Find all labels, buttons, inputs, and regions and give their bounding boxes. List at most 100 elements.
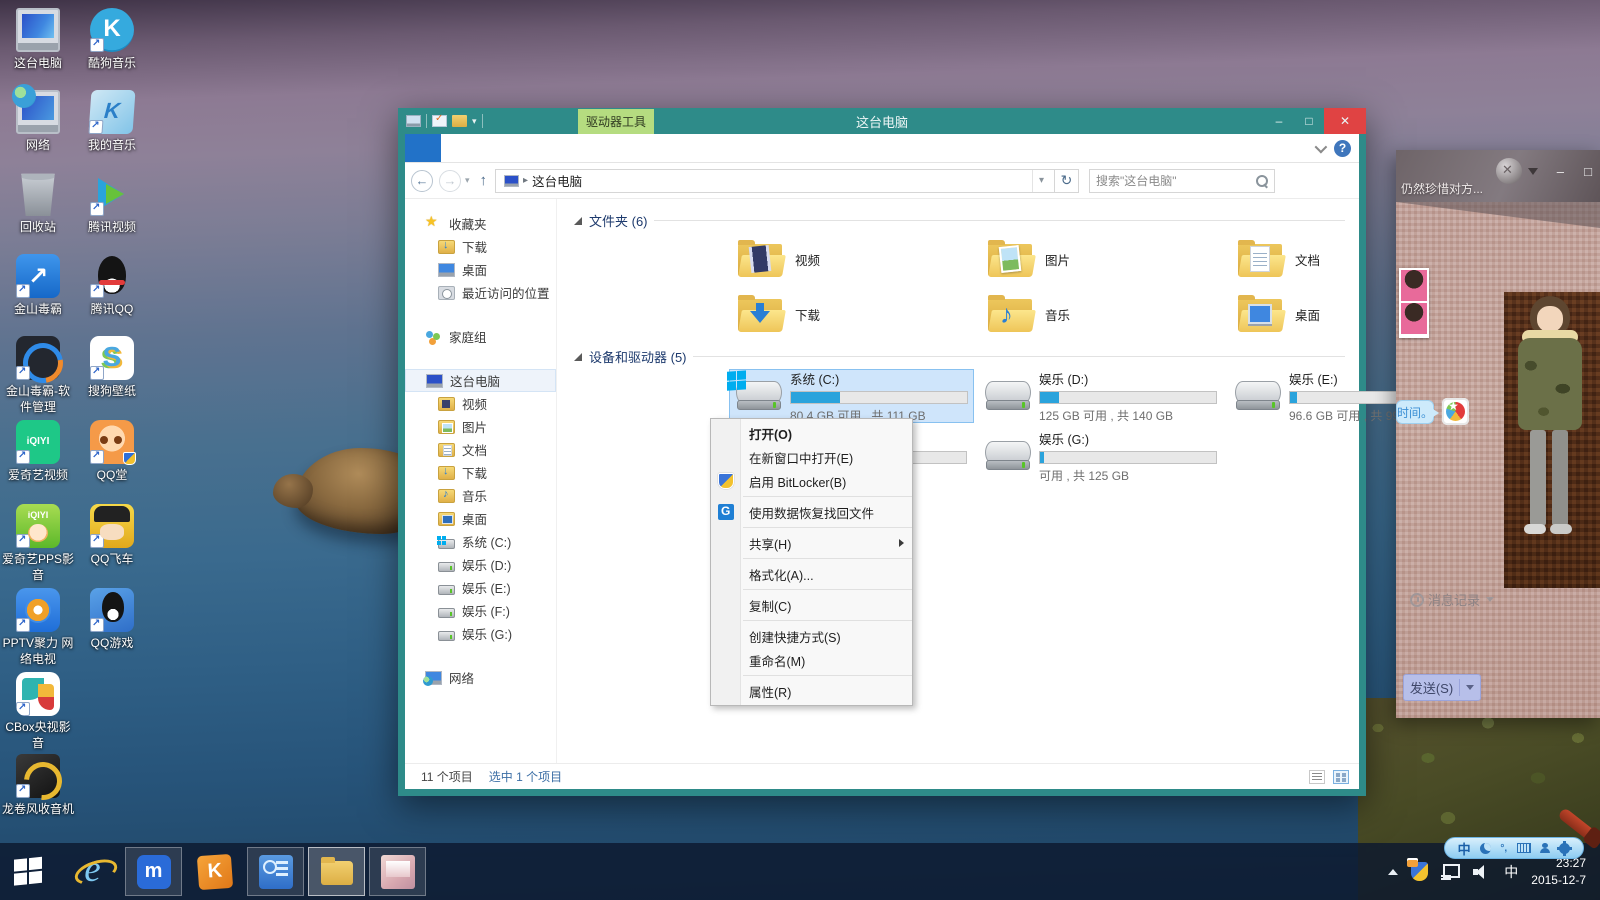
properties-icon[interactable] — [432, 115, 447, 127]
chat-maximize-button[interactable]: □ — [1584, 164, 1592, 179]
sidebar-item-network[interactable]: 网络 — [405, 666, 556, 689]
sidebar-item[interactable]: 下载 — [405, 235, 556, 258]
taskbar-control-panel-button[interactable] — [247, 847, 304, 896]
back-button[interactable]: ← — [411, 170, 433, 192]
desktop-icon[interactable]: 金山毒霸 — [2, 254, 74, 318]
sidebar-item[interactable]: 娱乐 (E:) — [405, 576, 556, 599]
sidebar-item[interactable]: 桌面 — [405, 507, 556, 530]
desktop-icon[interactable]: QQ游戏 — [76, 588, 148, 652]
address-dropdown-chevron-icon[interactable]: ▾ — [1032, 170, 1050, 192]
address-bar[interactable]: ▸ 这台电脑 ▾ — [495, 169, 1055, 193]
tab-drive-tools[interactable]: 驱动器工具 — [578, 109, 654, 134]
desktop-icon[interactable]: 酷狗音乐 — [76, 8, 148, 72]
context-menu-item[interactable]: 打开(O) — [711, 421, 912, 445]
search-input[interactable] — [1096, 174, 1255, 188]
maximize-button[interactable]: □ — [1294, 108, 1324, 134]
up-button[interactable]: ↑ — [480, 172, 488, 189]
context-menu-item[interactable]: 重命名(M) — [711, 648, 912, 672]
taskbar-photo-button[interactable] — [369, 847, 426, 896]
context-menu-item[interactable]: 在新窗口中打开(E) — [711, 445, 912, 469]
desktop-icon[interactable]: 金山毒霸-软件管理 — [2, 336, 74, 415]
desktop-icon[interactable]: 回收站 — [2, 172, 74, 236]
folder-tile[interactable]: 下载 — [733, 288, 971, 340]
message-history-button[interactable]: 消息记录 — [1410, 590, 1494, 609]
thumbnails-view-icon[interactable] — [1333, 770, 1349, 784]
desktop-icon[interactable]: 腾讯视频 — [76, 172, 148, 236]
desktop-icon[interactable]: 网络 — [2, 90, 74, 154]
context-menu-item[interactable]: 格式化(A)... — [711, 562, 912, 586]
close-button[interactable]: ✕ — [1324, 108, 1366, 134]
sidebar-item[interactable]: 文档 — [405, 438, 556, 461]
breadcrumb[interactable]: 这台电脑 — [532, 171, 582, 190]
sidebar-item[interactable]: 下载 — [405, 461, 556, 484]
taskbar-explorer-button[interactable] — [308, 847, 365, 896]
group-header-folders[interactable]: 文件夹 (6) — [573, 211, 1345, 230]
sidebar-item[interactable]: 音乐 — [405, 484, 556, 507]
ime-keyboard-icon[interactable] — [1517, 843, 1531, 853]
folder-tile[interactable]: 视频 — [733, 233, 971, 285]
history-chevron-icon[interactable]: ▾ — [465, 175, 470, 186]
collapse-ribbon-chevron-icon[interactable] — [1315, 141, 1328, 154]
desktop-icon[interactable]: 这台电脑 — [2, 8, 74, 72]
start-button[interactable] — [14, 859, 44, 885]
send-button[interactable]: 发送(S) — [1403, 674, 1481, 701]
context-menu-item[interactable]: 共享(H) — [711, 531, 912, 555]
sidebar-item-this-pc[interactable]: 这台电脑 — [405, 369, 556, 392]
taskbar-kugou-button[interactable]: K — [186, 847, 243, 896]
customize-toolbar-chevron-icon[interactable]: ▾ — [472, 116, 477, 127]
minimize-button[interactable]: – — [1264, 108, 1294, 134]
ime-punctuation-icon[interactable]: °, — [1500, 843, 1507, 854]
group-header-drives[interactable]: 设备和驱动器 (5) — [573, 347, 1345, 366]
sidebar-item[interactable]: 娱乐 (G:) — [405, 622, 556, 645]
sidebar-item[interactable]: 娱乐 (F:) — [405, 599, 556, 622]
desktop-icon[interactable]: 爱奇艺PPS影音 — [2, 504, 74, 583]
desktop-icon[interactable]: QQ堂 — [76, 420, 148, 484]
ribbon-tab[interactable] — [473, 134, 505, 162]
details-view-icon[interactable] — [1309, 770, 1325, 784]
clock[interactable]: 23:27 2015-12-7 — [1531, 855, 1586, 887]
contact-photo-thumbnails[interactable] — [1399, 268, 1429, 338]
chat-skin-chevron-icon[interactable] — [1528, 168, 1538, 175]
refresh-button[interactable]: ↻ — [1055, 169, 1079, 193]
desktop-icon[interactable]: 腾讯QQ — [76, 254, 148, 318]
folder-tile[interactable]: 音乐 — [983, 288, 1221, 340]
desktop-icon[interactable]: 搜狗壁纸 — [76, 336, 148, 400]
title-bar[interactable]: ▾ 驱动器工具 这台电脑 – □ ✕ — [398, 108, 1366, 134]
ime-mode-button[interactable]: 中 — [1458, 839, 1471, 858]
sidebar-item[interactable]: 娱乐 (D:) — [405, 553, 556, 576]
ime-fullwidth-icon[interactable] — [1480, 843, 1491, 854]
search-icon[interactable] — [1255, 174, 1268, 187]
hidden-icons-chevron-icon[interactable] — [1388, 869, 1398, 875]
sidebar-item[interactable]: 最近访问的位置 — [405, 281, 556, 304]
desktop-icon[interactable]: 我的音乐 — [76, 90, 148, 154]
search-box[interactable] — [1089, 169, 1275, 193]
desktop-icon[interactable]: PPTV聚力 网络电视 — [2, 588, 74, 667]
ribbon-tab[interactable] — [405, 134, 441, 162]
sidebar-item-favorites[interactable]: 收藏夹 — [405, 212, 556, 235]
folder-tile[interactable]: 图片 — [983, 233, 1221, 285]
sidebar-item[interactable]: 图片 — [405, 415, 556, 438]
input-language-indicator[interactable]: 中 — [1504, 862, 1518, 882]
help-icon[interactable]: ? — [1334, 140, 1351, 157]
drive-tile[interactable]: 系统 (C:) 80.4 GB 可用 , 共 111 GB — [729, 369, 974, 423]
taskbar-maxthon-button[interactable]: m — [125, 847, 182, 896]
new-folder-icon[interactable] — [452, 115, 467, 127]
context-menu-item[interactable]: 使用数据恢复找回文件 — [711, 500, 912, 524]
security-shield-icon[interactable] — [1411, 862, 1428, 881]
taskbar-ie-button[interactable]: e — [64, 847, 121, 896]
context-menu-item[interactable]: 启用 BitLocker(B) — [711, 469, 912, 493]
desktop-icon[interactable]: 爱奇艺视频 — [2, 420, 74, 484]
context-menu-item[interactable]: 创建快捷方式(S) — [711, 624, 912, 648]
desktop-icon[interactable]: 龙卷风收音机 — [2, 754, 74, 818]
context-menu-item[interactable]: 复制(C) — [711, 593, 912, 617]
breadcrumb-arrow-icon[interactable]: ▸ — [523, 175, 528, 186]
drive-tile[interactable]: 娱乐 (G:) 可用 , 共 125 GB — [979, 429, 1224, 483]
forward-button[interactable]: → — [439, 170, 461, 192]
desktop-icon[interactable]: QQ飞车 — [76, 504, 148, 568]
drive-tile[interactable]: 娱乐 (D:) 125 GB 可用 , 共 140 GB — [979, 369, 1224, 423]
context-menu-item[interactable]: 属性(R) — [711, 679, 912, 703]
ime-account-icon[interactable] — [1540, 843, 1550, 853]
sidebar-item[interactable]: 视频 — [405, 392, 556, 415]
chat-minimize-button[interactable]: – — [1557, 164, 1564, 179]
sidebar-item[interactable]: 桌面 — [405, 258, 556, 281]
